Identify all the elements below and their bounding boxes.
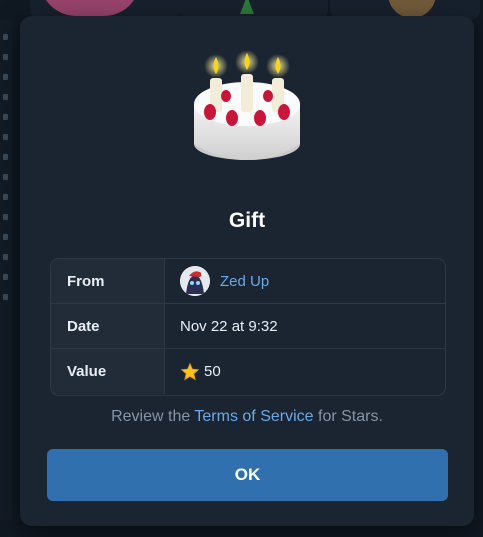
sender-link[interactable]: Zed Up — [165, 259, 445, 303]
date-label: Date — [51, 304, 165, 348]
star-icon — [180, 362, 200, 382]
from-label: From — [51, 259, 165, 303]
date-value: Nov 22 at 9:32 — [180, 317, 278, 335]
avatar — [180, 266, 210, 296]
gift-dialog: Gift From Zed Up Date Nov 22 at 9:32 Val… — [20, 16, 474, 526]
terms-suffix: for Stars. — [318, 408, 383, 425]
terms-note: Review the Terms of Service for Stars. — [20, 408, 474, 426]
table-row-value: Value 50 — [51, 349, 445, 394]
value-label: Value — [51, 349, 165, 394]
birthday-cake-icon — [194, 50, 300, 160]
dialog-title: Gift — [228, 209, 266, 232]
ok-button[interactable]: OK — [47, 449, 448, 501]
value-cell: 50 — [165, 349, 445, 394]
gift-info-table: From Zed Up Date Nov 22 at 9:32 Value 50 — [50, 258, 446, 396]
background-sidebar-strip — [0, 20, 12, 520]
star-amount: 50 — [204, 363, 221, 380]
table-row-date: Date Nov 22 at 9:32 — [51, 304, 445, 349]
table-row-from: From Zed Up — [51, 259, 445, 304]
terms-prefix: Review the — [111, 408, 191, 425]
terms-of-service-link[interactable]: Terms of Service — [194, 408, 313, 425]
sender-name[interactable]: Zed Up — [220, 273, 269, 290]
background-tree-icon — [240, 0, 254, 14]
